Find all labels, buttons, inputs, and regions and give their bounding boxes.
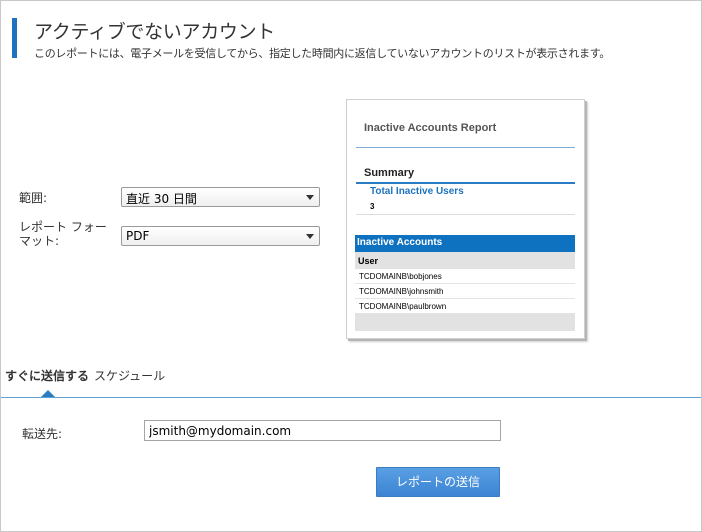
- preview-summary-heading: Summary: [364, 167, 415, 179]
- destination-email-input[interactable]: [144, 420, 501, 441]
- tab-send-now[interactable]: すぐに送信する: [5, 367, 89, 384]
- range-label: 範囲:: [19, 191, 48, 205]
- page-title: アクティブでないアカウント: [34, 21, 276, 43]
- range-select[interactable]: 直近 30 日間: [121, 187, 320, 207]
- chevron-down-icon: [306, 234, 314, 239]
- preview-divider: [356, 214, 575, 215]
- tab-divider: [1, 397, 701, 398]
- preview-table-row: TCDOMAINB\paulbrown: [355, 299, 575, 314]
- tab-schedule[interactable]: スケジュール: [94, 367, 165, 384]
- report-panel: アクティブでないアカウント このレポートには、電子メールを受信してから、指定した…: [0, 0, 702, 532]
- preview-column-header: User: [355, 252, 575, 269]
- report-format-select-value: PDF: [126, 229, 150, 243]
- destination-label: 転送先:: [22, 427, 63, 441]
- preview-total-label: Total Inactive Users: [370, 186, 464, 197]
- report-preview: Inactive Accounts Report Summary Total I…: [346, 99, 585, 339]
- report-format-label: レポート フォーマット:: [19, 220, 107, 248]
- range-select-value: 直近 30 日間: [126, 192, 197, 206]
- preview-table-row: TCDOMAINB\bobjones: [355, 269, 575, 284]
- preview-section-heading: Inactive Accounts: [355, 235, 575, 252]
- send-report-button[interactable]: レポートの送信: [376, 467, 500, 497]
- page-description: このレポートには、電子メールを受信してから、指定した時間内に返信していないアカウ…: [34, 47, 611, 60]
- preview-table-footer: [355, 314, 575, 331]
- preview-divider: [356, 147, 575, 148]
- title-accent-bar: [12, 18, 17, 58]
- preview-summary-divider: [356, 182, 575, 184]
- active-tab-indicator: [41, 390, 55, 397]
- preview-total-value: 3: [370, 202, 375, 211]
- preview-title: Inactive Accounts Report: [364, 122, 497, 134]
- preview-table-row: TCDOMAINB\johnsmith: [355, 284, 575, 299]
- report-format-select[interactable]: PDF: [121, 226, 320, 246]
- chevron-down-icon: [306, 195, 314, 200]
